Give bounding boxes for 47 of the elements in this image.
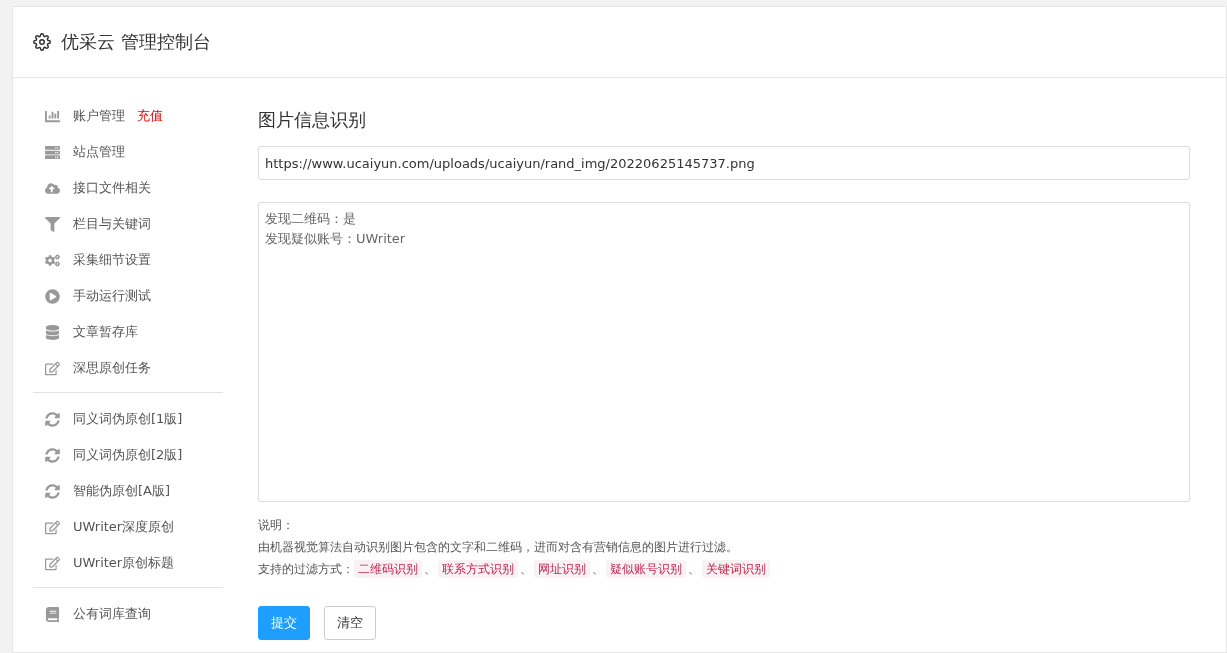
separator: 、 (519, 561, 533, 578)
gears-icon (43, 252, 61, 268)
play-icon (43, 288, 61, 304)
separator: 、 (687, 561, 701, 578)
sidebar-item[interactable]: 同义词伪原创[2版] (73, 446, 183, 464)
filter-tag: 网址识别 (534, 560, 590, 578)
sidebar-item[interactable]: 采集细节设置 (73, 251, 151, 269)
filters-label: 支持的过滤方式： (258, 561, 354, 578)
section-title: 图片信息识别 (258, 108, 367, 132)
console-title: 优采云 管理控制台 (61, 30, 211, 54)
database-icon (43, 324, 61, 340)
edit-icon (43, 360, 61, 376)
recharge-link[interactable]: 充值 (137, 107, 163, 125)
sidebar-item[interactable]: 文章暂存库 (73, 323, 138, 341)
sidebar-item[interactable]: 深思原创任务 (73, 359, 151, 377)
sidebar-item[interactable]: 手动运行测试 (73, 287, 151, 305)
filter-tag: 二维码识别 (354, 560, 422, 578)
sidebar-item[interactable]: 同义词伪原创[1版] (73, 410, 183, 428)
filter-tag: 疑似账号识别 (606, 560, 686, 578)
sidebar-item[interactable]: 接口文件相关 (73, 179, 151, 197)
filter-icon (43, 216, 61, 232)
sidebar-item[interactable]: 账户管理 (73, 107, 125, 125)
sidebar-item[interactable]: 智能伪原创[A版] (73, 482, 171, 500)
url-field[interactable]: https://www.ucaiyun.com/uploads/ucaiyun/rand_img/20220625145737.png (258, 146, 1190, 180)
result-box[interactable]: 发现二维码：是 发现疑似账号：UWriter (258, 202, 1190, 502)
filter-tag: 关键词识别 (702, 560, 770, 578)
edit-icon (43, 519, 61, 535)
book-icon (43, 606, 61, 622)
server-icon (43, 144, 61, 160)
sidebar-item[interactable]: 栏目与关键词 (73, 215, 151, 233)
filter-tag: 联系方式识别 (438, 560, 518, 578)
refresh-icon (43, 411, 61, 427)
refresh-icon (43, 447, 61, 463)
clear-button[interactable]: 清空 (324, 606, 376, 640)
separator: 、 (423, 561, 437, 578)
sidebar-item[interactable]: UWriter深度原创 (73, 518, 175, 536)
separator: 、 (591, 561, 605, 578)
edit-icon (43, 555, 61, 571)
refresh-icon (43, 483, 61, 499)
notes-heading: 说明： (258, 517, 295, 534)
settings-icon (33, 33, 51, 51)
notes-description: 由机器视觉算法自动识别图片包含的文字和二维码，进而对含有营销信息的图片进行过滤。 (258, 539, 739, 556)
bar-chart-icon (43, 108, 61, 124)
cloud-upload-icon (43, 180, 61, 196)
sidebar-item[interactable]: UWriter原创标题 (73, 554, 175, 572)
sidebar-item[interactable]: 公有词库查询 (73, 605, 151, 623)
sidebar-item[interactable]: 站点管理 (73, 143, 125, 161)
